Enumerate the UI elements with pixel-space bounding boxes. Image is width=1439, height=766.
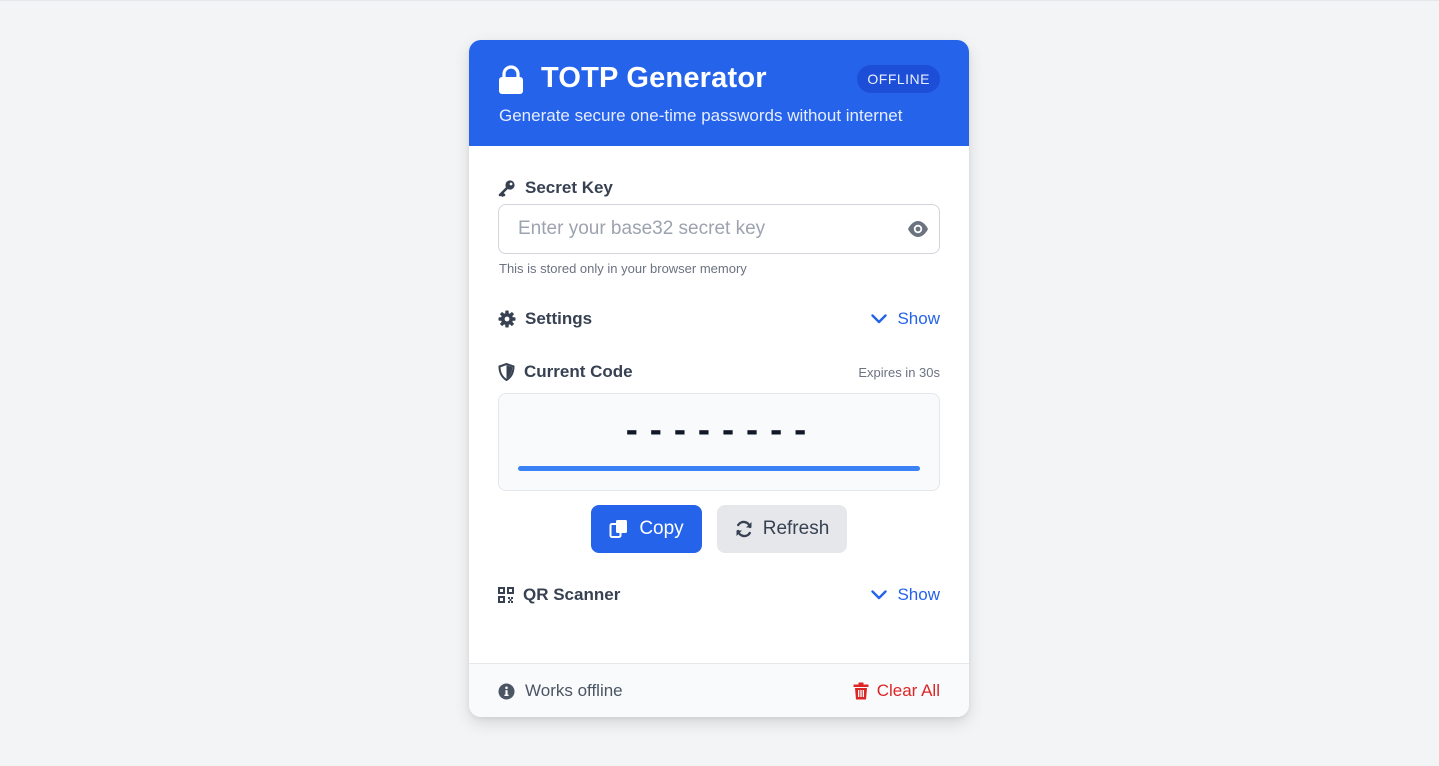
current-code-label-text: Current Code	[524, 362, 633, 381]
settings-show-label: Show	[897, 309, 940, 328]
secret-key-input[interactable]	[498, 204, 940, 254]
gear-icon	[498, 310, 516, 328]
otp-code: --------	[622, 414, 816, 449]
lock-icon	[499, 65, 523, 94]
trash-icon	[853, 682, 869, 700]
key-icon	[498, 180, 515, 197]
countdown-progress-fill	[518, 466, 920, 471]
offline-status: Works offline	[498, 681, 623, 701]
current-code-label: Current Code	[498, 362, 633, 382]
card-header: TOTP Generator OFFLINE Generate secure o…	[469, 40, 969, 146]
qr-scanner-show-label: Show	[897, 585, 940, 604]
refresh-button[interactable]: Refresh	[717, 505, 847, 553]
copy-icon	[609, 520, 628, 538]
card-footer: Works offline Clear All	[469, 663, 969, 717]
expires-text: Expires in 30s	[858, 365, 940, 380]
qr-scanner-show-toggle[interactable]: Show	[871, 585, 940, 605]
qrcode-icon	[498, 587, 514, 603]
secret-key-hint: This is stored only in your browser memo…	[499, 261, 747, 276]
refresh-button-label: Refresh	[762, 518, 830, 539]
copy-button[interactable]: Copy	[591, 505, 702, 553]
refresh-icon	[736, 520, 752, 538]
chevron-down-icon	[871, 590, 888, 600]
settings-label-text: Settings	[525, 309, 593, 328]
qr-scanner-label: QR Scanner	[498, 585, 620, 605]
offline-badge: OFFLINE	[857, 65, 940, 93]
settings-show-toggle[interactable]: Show	[871, 309, 940, 329]
copy-button-label: Copy	[639, 518, 684, 539]
secret-key-label-text: Secret Key	[525, 178, 613, 197]
app-subtitle: Generate secure one-time passwords witho…	[499, 106, 903, 125]
app-title: TOTP Generator	[541, 62, 767, 94]
chevron-down-icon	[871, 314, 888, 324]
settings-label: Settings	[498, 309, 592, 329]
qr-scanner-label-text: QR Scanner	[523, 585, 621, 604]
clear-all-button[interactable]: Clear All	[853, 681, 940, 701]
code-display: --------	[498, 393, 940, 491]
top-divider	[0, 0, 1439, 1]
eye-icon[interactable]	[907, 219, 929, 239]
clear-all-label: Clear All	[876, 681, 940, 700]
totp-card: TOTP Generator OFFLINE Generate secure o…	[469, 40, 969, 717]
countdown-progress	[518, 466, 920, 471]
info-icon	[498, 683, 515, 699]
offline-status-text: Works offline	[525, 681, 623, 700]
secret-key-label: Secret Key	[498, 178, 613, 198]
shield-icon	[498, 363, 515, 381]
